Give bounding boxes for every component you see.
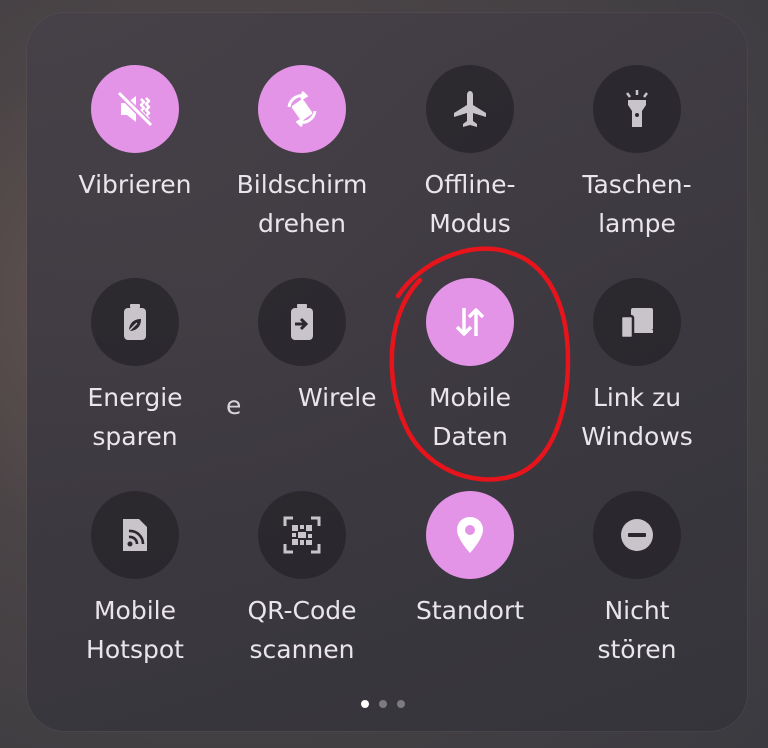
page-dot-1[interactable] [361, 700, 369, 708]
flashlight-icon [593, 65, 681, 153]
tile-label: Offline- Modus [424, 170, 516, 238]
do-not-disturb-icon [593, 491, 681, 579]
tile-label: Nicht stören [597, 596, 677, 664]
airplane-icon [426, 65, 514, 153]
page-dot-3[interactable] [397, 700, 405, 708]
location-pin-icon [426, 491, 514, 579]
tile-label: Bildschirm drehen [236, 170, 368, 238]
tile-offline-modus[interactable]: Offline- Modus [386, 65, 554, 265]
qr-code-icon [258, 491, 346, 579]
tile-label: Mobile Daten [428, 383, 511, 451]
tile-wireless-powershare[interactable]: Wirele [218, 278, 386, 478]
tile-vibrieren[interactable]: Vibrieren [51, 65, 219, 265]
tile-mobile-daten[interactable]: Mobile Daten [386, 278, 554, 478]
page-dot-2[interactable] [379, 700, 387, 708]
link-to-windows-icon [593, 278, 681, 366]
tile-label: Standort [415, 596, 525, 625]
battery-leaf-icon [91, 278, 179, 366]
tile-label: QR-Code scannen [247, 596, 357, 664]
vibrate-off-icon [91, 65, 179, 153]
tile-label: Wirele [298, 383, 377, 412]
tile-nicht-storen[interactable]: Nicht stören [553, 491, 721, 691]
screen-rotate-icon [258, 65, 346, 153]
mobile-data-icon [426, 278, 514, 366]
tile-label: Taschen- lampe [582, 170, 692, 238]
tile-mobile-hotspot[interactable]: Mobile Hotspot [51, 491, 219, 691]
tile-label: Mobile Hotspot [86, 596, 184, 664]
tile-standort[interactable]: Standort [386, 491, 554, 691]
tile-link-zu-windows[interactable]: Link zu Windows [553, 278, 721, 478]
tile-energie-sparen[interactable]: Energie sparen [51, 278, 219, 478]
tile-taschenlampe[interactable]: Taschen- lampe [553, 65, 721, 265]
tile-label: Energie sparen [87, 383, 183, 451]
tile-qr-code-scannen[interactable]: QR-Code scannen [218, 491, 386, 691]
tile-label: Link zu Windows [581, 383, 693, 451]
page-indicator[interactable] [361, 700, 405, 708]
hotspot-icon [91, 491, 179, 579]
tile-label: Vibrieren [78, 170, 192, 199]
battery-share-icon [258, 278, 346, 366]
tile-bildschirm-drehen[interactable]: Bildschirm drehen [218, 65, 386, 265]
